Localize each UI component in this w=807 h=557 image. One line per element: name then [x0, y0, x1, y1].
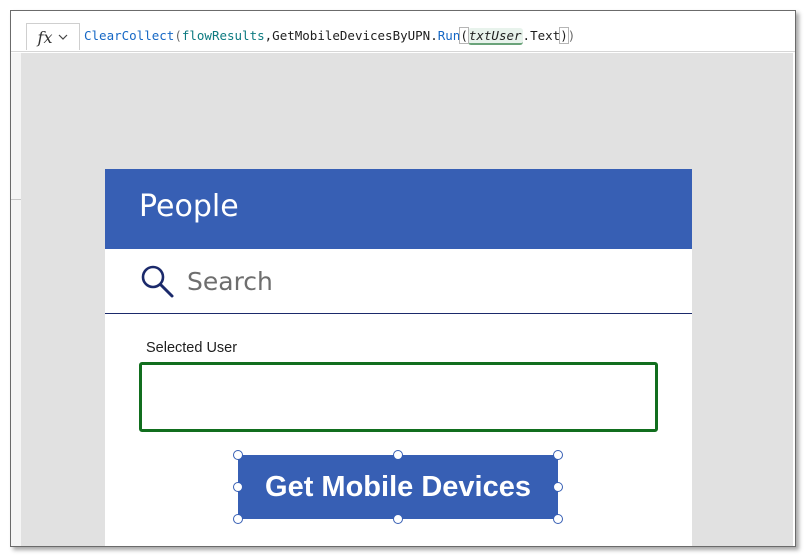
app-header: People [105, 169, 692, 249]
fx-dropdown-button[interactable]: fx [26, 23, 80, 50]
resize-handle-bottom-left[interactable] [233, 514, 243, 524]
formula-function-run: Run [437, 28, 461, 43]
formula-property-text: Text [530, 28, 561, 43]
search-input[interactable] [187, 264, 657, 298]
formula-connector-name: GetMobileDevicesByUPN [272, 28, 431, 43]
search-bar [105, 249, 692, 314]
formula-control-reference: txtUser [467, 28, 523, 45]
selected-user-label: Selected User [146, 340, 238, 356]
search-icon [141, 265, 174, 298]
formula-function-clearcollect: ClearCollect [84, 28, 175, 43]
resize-handle-bottom-center[interactable] [393, 514, 403, 524]
formula-bar: fx ClearCollect(flowResults,GetMobileDev… [11, 11, 795, 52]
get-mobile-devices-button[interactable]: Get Mobile Devices [238, 455, 558, 519]
selected-user-field[interactable] [139, 362, 658, 432]
formula-paren-close: ) [567, 28, 576, 43]
formula-dot: . [522, 28, 531, 43]
formula-variable-flowresults: flowResults [181, 28, 265, 43]
formula-paren-close-highlighted: ) [559, 27, 569, 44]
formula-paren-open: ( [174, 28, 182, 43]
resize-handle-bottom-right[interactable] [553, 514, 563, 524]
resize-handle-middle-right[interactable] [553, 482, 563, 492]
formula-input[interactable]: ClearCollect(flowResults,GetMobileDevice… [84, 27, 576, 45]
formula-dot: . [430, 28, 438, 43]
resize-handle-top-right[interactable] [553, 450, 563, 460]
editor-window: fx ClearCollect(flowResults,GetMobileDev… [10, 10, 796, 547]
formula-paren-open-highlighted: ( [459, 27, 469, 44]
resize-handle-top-center[interactable] [393, 450, 403, 460]
fx-icon: fx [37, 27, 53, 47]
resize-handle-middle-left[interactable] [233, 482, 243, 492]
chevron-down-icon [59, 34, 68, 40]
app-screen: People Selected User Get Mobile Devices [105, 169, 692, 546]
tree-view-strip [11, 53, 21, 546]
resize-handle-top-left[interactable] [233, 450, 243, 460]
page-title: People [139, 189, 239, 224]
divider [11, 199, 21, 200]
